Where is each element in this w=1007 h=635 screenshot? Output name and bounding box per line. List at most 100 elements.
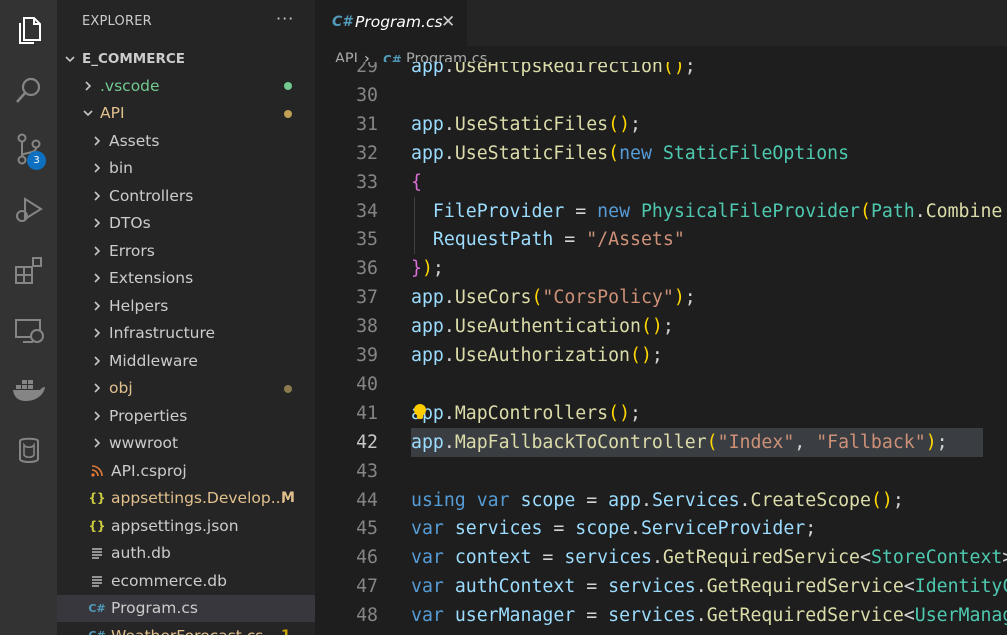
line-number: 39 [356,345,378,366]
code-line[interactable]: 44 using var scope = app.Services.CreateS… [315,486,1007,515]
line-number: 40 [356,373,378,395]
item-label: Assets [109,131,160,150]
code-line[interactable]: 29 app.UseHttpsRedirection(); [315,62,1007,81]
item-label: Properties [109,406,188,425]
extensions-icon[interactable] [0,248,57,292]
docker-icon[interactable] [0,368,57,412]
code-text: var services = scope.ServiceProvider; [411,518,817,540]
workspace-root-label: E_COMMERCE [82,50,185,67]
code-line[interactable]: 30 [315,81,1007,110]
folder-item[interactable]: Infrastructure [57,320,315,347]
code-line[interactable]: 33 { [315,168,1007,197]
folder-item[interactable]: Extensions [57,265,315,292]
folder-item[interactable]: Helpers [57,292,315,319]
more-actions-icon[interactable]: ··· [276,9,294,28]
chevron-right-icon [91,437,103,449]
folder-item[interactable]: DTOs [57,210,315,237]
code-line[interactable]: 34 FileProvider = new PhysicalFileProvid… [315,196,1007,226]
code-text: app.MapControllers(); [411,402,641,424]
item-label: auth.db [111,544,171,562]
status-badge: M [281,490,295,506]
code-text: var context = services.GetRequiredServic… [411,547,1007,569]
tab-program-cs[interactable]: C# Program.cs ✕ [315,0,467,46]
folder-item[interactable]: API [57,100,315,127]
run-debug-icon[interactable] [0,187,57,231]
file-item[interactable]: auth.db [57,540,315,567]
explorer-icon[interactable] [0,9,57,53]
item-label: Controllers [109,186,194,205]
code-line[interactable]: 39 app.UseAuthorization(); [315,341,1007,370]
json-icon: {} [88,518,106,533]
folder-item[interactable]: Properties [57,402,315,429]
line-number: 47 [356,576,378,598]
item-label: API [100,104,125,122]
activity-bar: 3 [0,0,57,635]
folder-item[interactable]: Controllers [57,182,315,209]
item-label: .vscode [100,76,160,95]
code-editor[interactable]: 29 app.UseHttpsRedirection(); 30 31 app.UseS… [315,62,1007,635]
search-icon[interactable] [0,68,57,112]
chevron-right-icon [91,135,103,147]
database-icon[interactable] [0,429,57,473]
line-number: 30 [356,84,378,106]
folder-item[interactable]: .vscode [57,72,315,99]
workspace-root[interactable]: E_COMMERCE [57,45,315,72]
line-number: 31 [356,113,378,135]
folder-item[interactable]: Middleware [57,347,315,374]
lines-icon [89,575,105,587]
status-dot [284,109,292,118]
code-line[interactable]: 47 var authContext = services.GetRequired… [315,572,1007,601]
code-line[interactable]: 43 [315,457,1007,486]
code-text: app.UseHttpsRedirection(); [411,62,696,77]
code-line[interactable]: 36}); [315,254,1007,283]
code-text: { [411,171,422,193]
code-line[interactable]: 46 var context = services.GetRequiredServ… [315,543,1007,572]
code-line[interactable]: 31 app.UseStaticFiles(); [315,110,1007,139]
folder-item[interactable]: Assets [57,127,315,154]
folder-item[interactable]: wwwroot [57,430,315,457]
file-item[interactable]: ecommerce.db [57,567,315,594]
chevron-right-icon [91,272,103,284]
json-icon: {} [88,491,106,505]
code-line[interactable]: 35 RequestPath = "/Assets" [315,225,1007,255]
item-label: WeatherForecast.cs [111,627,263,635]
line-number: 38 [356,316,378,338]
file-item[interactable]: C# WeatherForecast.cs 1 [57,622,315,635]
code-line[interactable]: 32 app.UseStaticFiles(new StaticFileOptio… [315,139,1007,168]
folder-item[interactable]: bin [57,155,315,182]
explorer-sidebar: EXPLORER ··· E_COMMERCE .vscode API Assets… [57,0,315,635]
csharp-icon: C# [88,629,105,635]
file-item[interactable]: C# Program.cs [57,594,315,622]
item-label: appsettings.json [111,516,239,535]
chevron-right-icon [91,410,103,422]
chevron-right-icon [91,382,103,394]
code-line[interactable]: 42 app.MapFallbackToController("Index", "… [315,427,1007,457]
close-icon[interactable]: ✕ [441,12,455,32]
code-text: var userManager = services.GetRequiredSe… [411,605,1007,627]
item-label: Helpers [109,296,169,315]
code-text: }); [411,258,444,280]
folder-item[interactable]: Errors [57,237,315,264]
item-label: appsettings.Develop... [111,489,286,507]
status-dot [284,384,292,393]
code-text: app.UseStaticFiles(new StaticFileOptions [411,142,850,164]
file-item[interactable]: {} appsettings.json [57,512,315,539]
file-item[interactable]: API.csproj [57,457,315,484]
remote-explorer-icon[interactable] [0,309,57,353]
lightbulb-icon[interactable] [414,403,426,416]
code-line[interactable]: 48 var userManager = services.GetRequired… [315,601,1007,630]
item-label: wwwroot [109,434,179,452]
code-line[interactable]: 49var roleManager = services.GetRequired… [315,630,1007,635]
line-number: 37 [356,287,378,309]
code-text: RequestPath = "/Assets" [411,229,685,251]
code-line[interactable]: 40 [315,370,1007,399]
rss-icon [89,464,105,477]
code-line[interactable]: 37 app.UseCors("CorsPolicy"); [315,283,1007,312]
code-line[interactable]: 41 app.MapControllers(); [315,399,1007,428]
code-line[interactable]: 45 var services = scope.ServiceProvider; [315,514,1007,543]
folder-item[interactable]: obj [57,375,315,402]
code-line[interactable]: 38 app.UseAuthentication(); [315,312,1007,341]
item-label: Program.cs [111,599,198,617]
file-item[interactable]: {} appsettings.Develop... M [57,485,315,512]
chevron-down-icon [82,107,94,119]
